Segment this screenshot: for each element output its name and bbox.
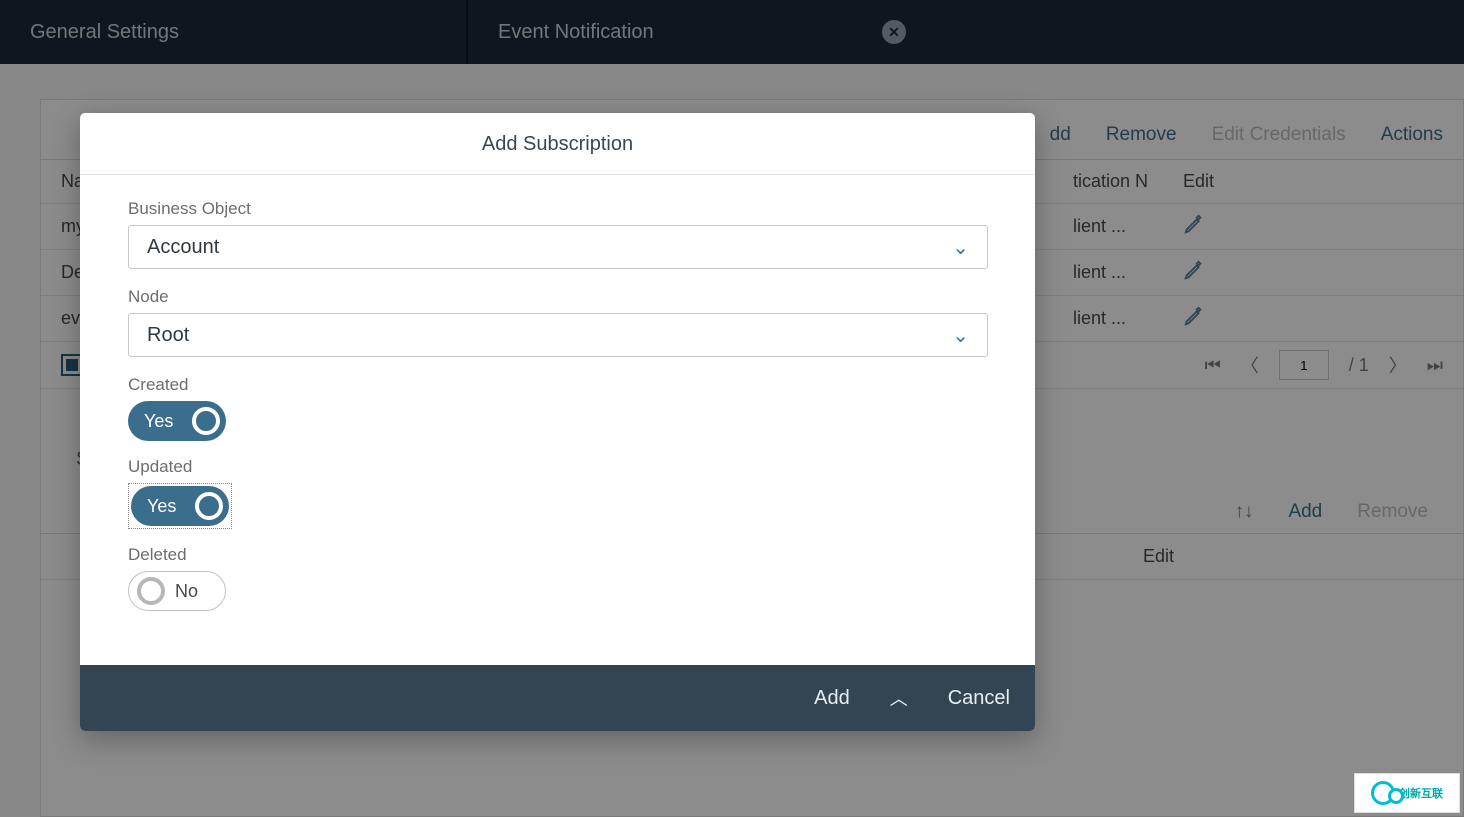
updated-toggle[interactable]: Yes: [131, 486, 229, 526]
updated-label: Updated: [128, 457, 987, 477]
chevron-down-icon: ⌄: [952, 235, 969, 260]
node-label: Node: [128, 287, 987, 307]
business-object-select[interactable]: Account ⌄: [128, 225, 988, 269]
deleted-toggle[interactable]: No: [128, 571, 226, 611]
business-object-value: Account: [147, 236, 219, 259]
toggle-knob: [195, 492, 223, 520]
created-toggle[interactable]: Yes: [128, 401, 226, 441]
chevron-up-icon[interactable]: ︿: [890, 685, 908, 711]
node-value: Root: [147, 324, 189, 347]
modal-title: Add Subscription: [80, 113, 1035, 175]
watermark-text: 创新互联: [1399, 785, 1443, 801]
business-object-label: Business Object: [128, 199, 987, 219]
node-select[interactable]: Root ⌄: [128, 313, 988, 357]
chevron-down-icon: ⌄: [952, 323, 969, 348]
toggle-knob: [192, 407, 220, 435]
watermark-badge: 创新互联: [1354, 773, 1460, 813]
add-subscription-modal: Add Subscription Business Object Account…: [80, 113, 1035, 731]
modal-footer: Add ︿ Cancel: [80, 665, 1035, 731]
watermark-logo-icon: [1371, 781, 1395, 805]
updated-toggle-text: Yes: [137, 496, 176, 517]
modal-cancel-button[interactable]: Cancel: [948, 687, 1010, 710]
deleted-label: Deleted: [128, 545, 987, 565]
deleted-toggle-text: No: [175, 581, 198, 602]
modal-add-button[interactable]: Add: [814, 687, 850, 710]
created-toggle-text: Yes: [134, 411, 173, 432]
toggle-knob: [137, 577, 165, 605]
created-label: Created: [128, 375, 987, 395]
